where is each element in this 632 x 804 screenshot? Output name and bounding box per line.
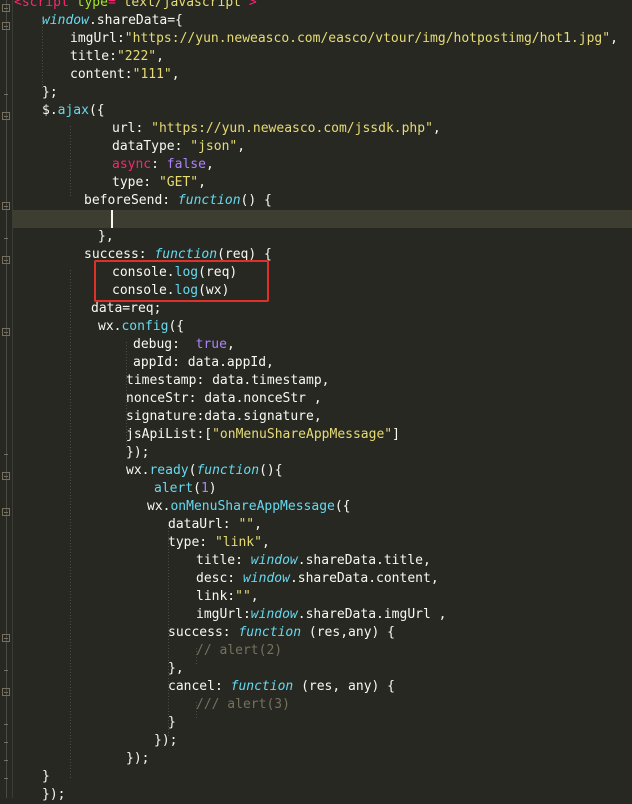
code-line: debug: true, xyxy=(133,337,235,352)
fold-marker-icon[interactable] xyxy=(2,202,10,210)
code-line: wx.ready(function(){ xyxy=(126,463,283,478)
code-line: }); xyxy=(42,787,66,802)
fold-marker-icon[interactable] xyxy=(2,112,10,120)
code-line: dataUrl: "", xyxy=(168,517,262,532)
fold-marker-icon[interactable] xyxy=(2,4,10,12)
code-line: beforeSend: function() { xyxy=(84,193,272,208)
code-line: type: "GET", xyxy=(112,175,206,190)
code-line: }, xyxy=(98,229,114,244)
code-line: appId: data.appId, xyxy=(133,355,274,370)
code-line: wx.onMenuShareAppMessage({ xyxy=(147,499,351,514)
code-line: type: "link", xyxy=(168,535,270,550)
code-line: success: function (res,any) { xyxy=(168,625,395,640)
fold-marker-icon[interactable] xyxy=(2,688,10,696)
code-line: url: "https://yun.neweasco.com/jssdk.php… xyxy=(112,121,441,136)
current-line-highlight xyxy=(13,210,632,228)
code-line: }; xyxy=(42,85,58,100)
code-line: title: window.shareData.title, xyxy=(196,553,431,568)
code-line: <script type="text/javascript"> xyxy=(14,0,257,10)
code-line: signature:data.signature, xyxy=(126,409,322,424)
code-line: }); xyxy=(154,733,178,748)
code-line: content:"111", xyxy=(70,67,180,82)
code-line: // alert(2) xyxy=(196,643,283,658)
code-line: }); xyxy=(126,751,150,766)
code-line: dataType: "json", xyxy=(112,139,246,154)
code-line: }, xyxy=(168,661,184,676)
code-line: } xyxy=(42,769,50,784)
code-line: jsApiList:["onMenuShareAppMessage"] xyxy=(126,427,400,442)
code-line: link:"", xyxy=(196,589,259,604)
code-line: /// alert(3) xyxy=(196,697,290,712)
code-line: data=req; xyxy=(91,301,162,316)
code-editor[interactable]: <script type="text/javascript"> window.s… xyxy=(0,0,632,802)
code-line: nonceStr: data.nonceStr , xyxy=(126,391,322,406)
code-line: desc: window.shareData.content, xyxy=(196,571,439,586)
fold-marker-icon[interactable] xyxy=(2,22,10,30)
fold-marker-icon[interactable] xyxy=(2,256,10,264)
fold-marker-icon[interactable] xyxy=(2,508,10,516)
code-line: wx.config({ xyxy=(98,319,185,334)
code-line: async: false, xyxy=(112,157,214,172)
highlight-annotation-box xyxy=(94,260,269,302)
text-cursor xyxy=(111,210,113,228)
fold-marker-icon[interactable] xyxy=(2,634,10,642)
code-line: title:"222", xyxy=(70,49,164,64)
code-line: $.ajax({ xyxy=(42,103,105,118)
code-line: }); xyxy=(126,445,150,460)
code-line: imgUrl:"https://yun.neweasco.com/easco/v… xyxy=(70,31,618,46)
fold-marker-icon[interactable] xyxy=(2,472,10,480)
code-line: window.shareData={ xyxy=(42,13,183,28)
code-line: imgUrl:window.shareData.imgUrl , xyxy=(196,607,447,622)
code-line: timestamp: data.timestamp, xyxy=(126,373,330,388)
code-line: alert(1) xyxy=(154,481,217,496)
code-line: } xyxy=(168,715,176,730)
fold-gutter xyxy=(0,0,13,798)
fold-marker-icon[interactable] xyxy=(2,328,10,336)
code-line: cancel: function (res, any) { xyxy=(168,679,395,694)
